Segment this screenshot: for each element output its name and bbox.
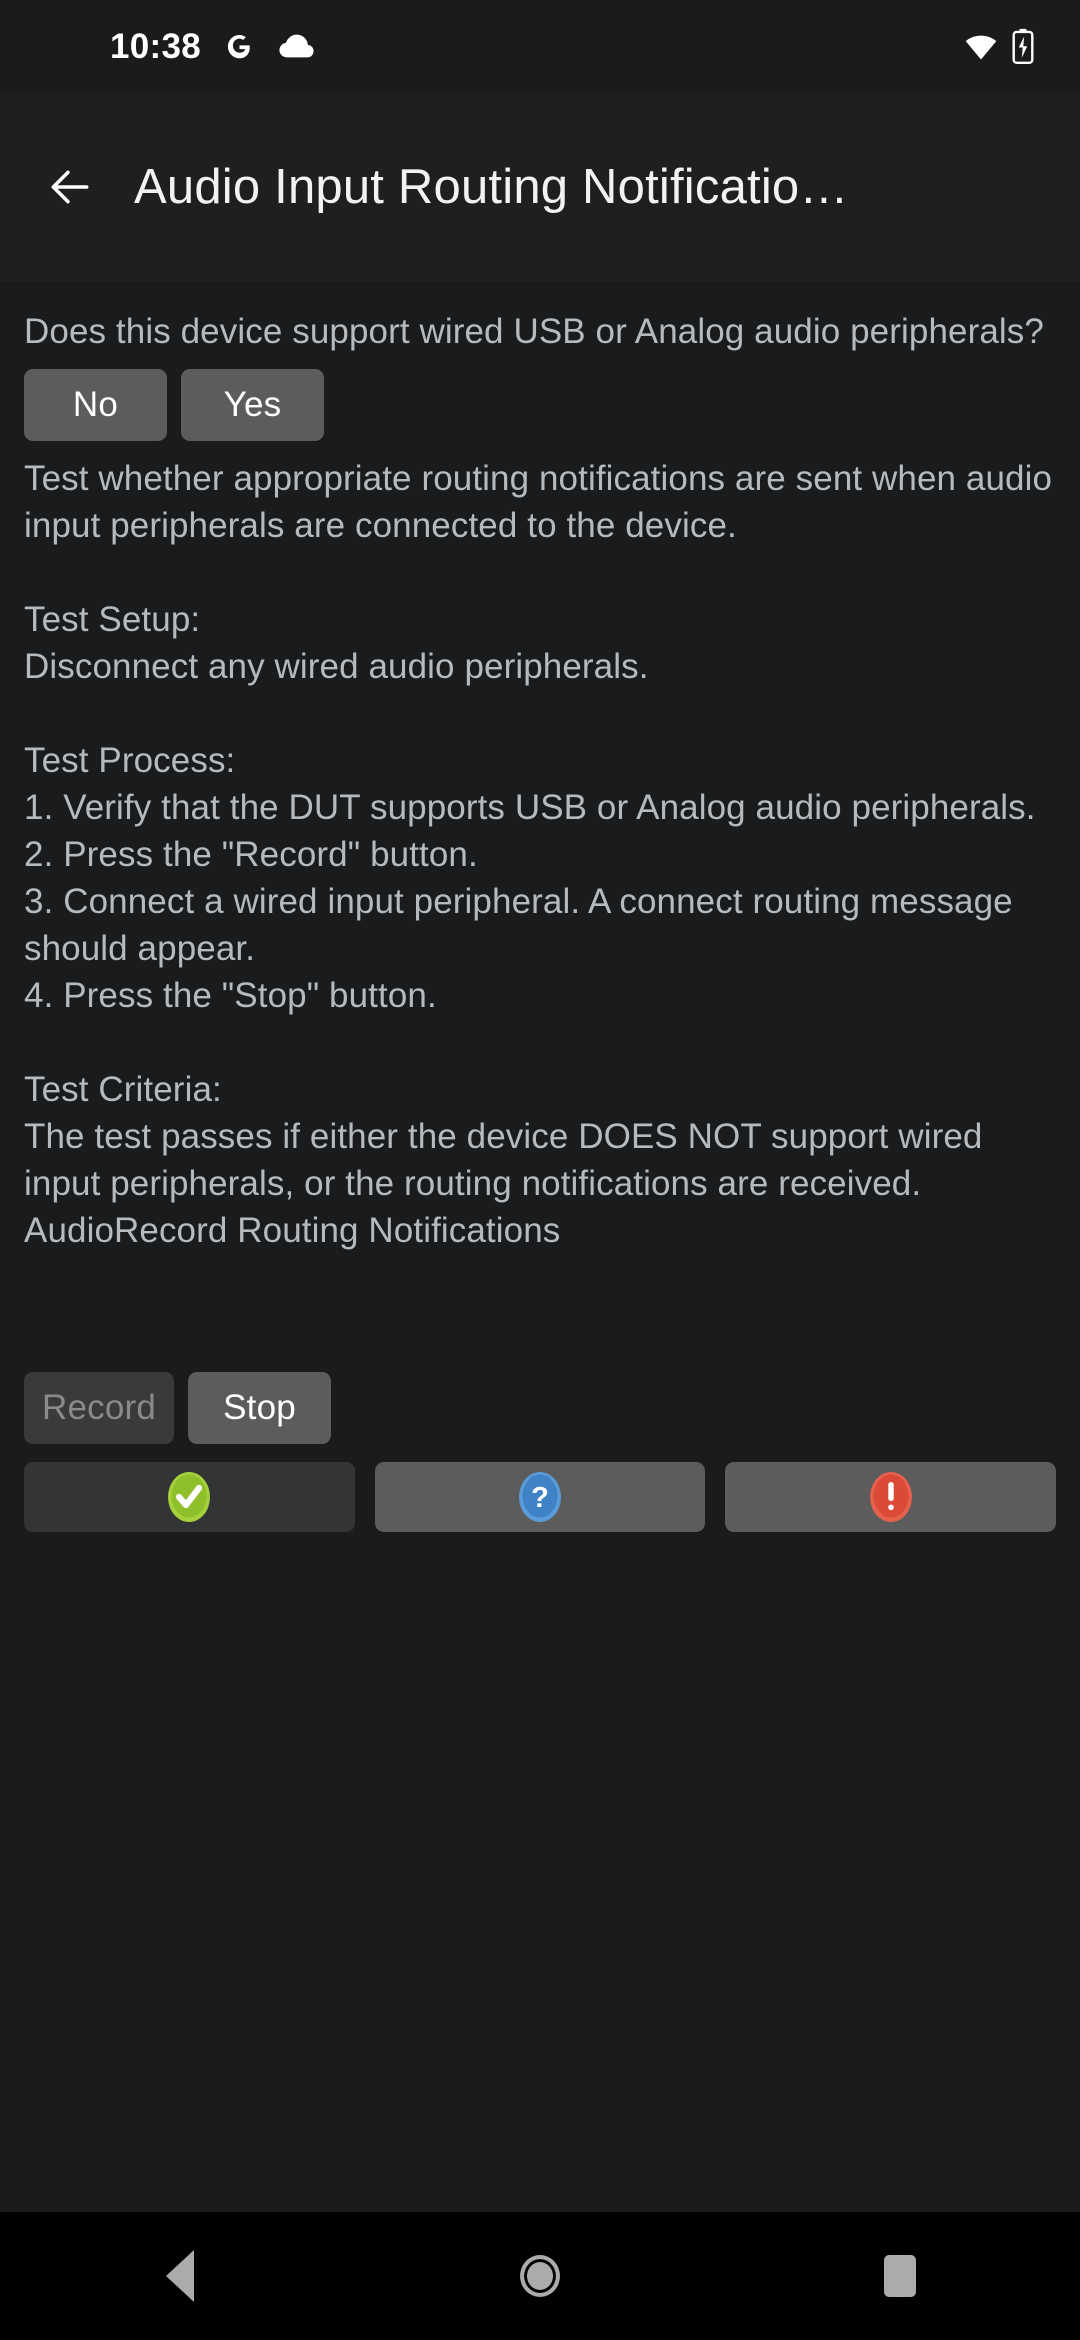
battery-charging-icon — [1012, 28, 1034, 64]
test-description-text: Test whether appropriate routing notific… — [24, 459, 1053, 1250]
support-question-text: Does this device support wired USB or An… — [24, 312, 1044, 351]
stop-button[interactable]: Stop — [188, 1372, 332, 1444]
info-button[interactable]: ? — [374, 1462, 706, 1532]
back-triangle-icon — [166, 2250, 194, 2302]
test-content: Does this device support wired USB or An… — [0, 282, 1080, 2212]
status-bar: 10:38 — [0, 0, 1080, 92]
cloud-icon — [278, 33, 315, 59]
app-bar: Audio Input Routing Notificatio… — [0, 92, 1080, 282]
nav-back-button[interactable] — [100, 2212, 260, 2340]
status-bar-left: 10:38 — [0, 29, 315, 64]
answer-no-button[interactable]: No — [24, 369, 167, 441]
home-circle-icon — [520, 2255, 560, 2297]
phone-screen: 10:38 Audio Input Routing Notificatio… D… — [0, 0, 1080, 2340]
svg-text:?: ? — [531, 1482, 549, 1514]
pass-check-icon — [165, 1469, 213, 1525]
answer-button-row: No Yes — [24, 369, 1056, 441]
verdict-button-row: ? — [24, 1462, 1057, 1532]
google-g-icon — [223, 30, 256, 63]
fail-exclamation-icon — [867, 1469, 915, 1525]
info-question-icon: ? — [516, 1469, 564, 1525]
recents-square-icon — [884, 2255, 916, 2297]
answer-yes-button[interactable]: Yes — [181, 369, 324, 441]
record-button[interactable]: Record — [24, 1372, 175, 1444]
wifi-icon — [964, 29, 998, 63]
navigation-bar — [0, 2212, 1080, 2340]
status-bar-right — [964, 28, 1034, 64]
nav-recents-button[interactable] — [820, 2212, 980, 2340]
page-title: Audio Input Routing Notificatio… — [134, 160, 849, 214]
status-bar-clock: 10:38 — [110, 26, 202, 66]
media-button-row: Record Stop — [24, 1372, 1056, 1444]
back-arrow-icon[interactable] — [22, 139, 118, 235]
fail-button[interactable] — [725, 1462, 1057, 1532]
pass-button[interactable] — [24, 1462, 355, 1532]
nav-home-button[interactable] — [460, 2212, 620, 2340]
